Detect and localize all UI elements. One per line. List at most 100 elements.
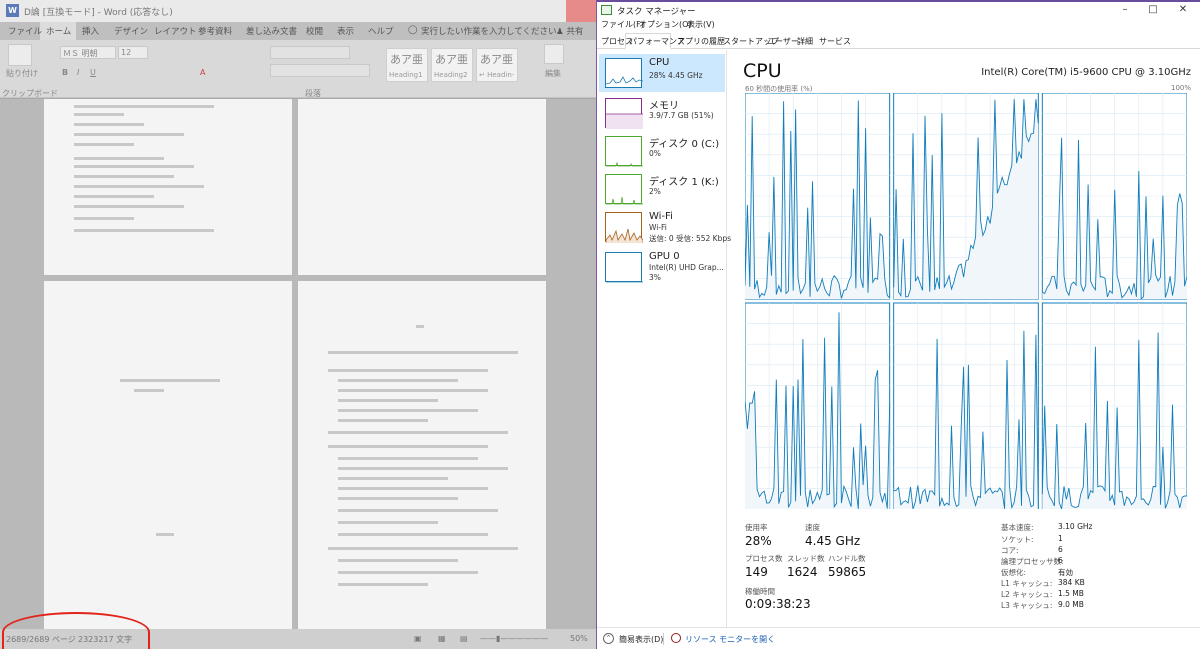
word-tab-home[interactable]: ホーム bbox=[46, 25, 71, 37]
sidebar-disk1-sub: 2% bbox=[649, 187, 661, 196]
zoom-slider[interactable]: ——▮—————— bbox=[480, 634, 548, 643]
style-heading2-name: Heading2 bbox=[434, 71, 468, 79]
open-resource-monitor-link[interactable]: リソース モニターを開く bbox=[685, 634, 775, 645]
disk1-thumbnail-graph bbox=[605, 174, 643, 205]
task-manager-window: タスク マネージャー – □ ✕ ファイル(F) オプション(O) 表示(V) … bbox=[596, 0, 1200, 649]
menu-options[interactable]: オプション(O) bbox=[639, 19, 692, 30]
spec-label: 論理プロセッサ数: bbox=[1001, 557, 1064, 566]
paragraph-tools-row1[interactable] bbox=[270, 46, 350, 59]
style-heading1[interactable]: あア亜 Heading1 bbox=[386, 48, 428, 82]
style-heading1-sample: あア亜 bbox=[390, 53, 423, 66]
sidebar-gpu-sub: Intel(R) UHD Grap... bbox=[649, 263, 724, 272]
paragraph-tools-row2[interactable] bbox=[270, 64, 370, 77]
spec-label: 基本速度: bbox=[1001, 523, 1034, 532]
sidebar-item-wifi[interactable]: Wi-Fi Wi-Fi 送信: 0 受信: 552 Kbps bbox=[599, 208, 731, 246]
font-size-select[interactable]: 12 bbox=[118, 46, 148, 59]
tm-window-title: タスク マネージャー bbox=[617, 7, 696, 17]
footer-divider bbox=[663, 633, 664, 645]
bold-button[interactable]: B bbox=[62, 68, 68, 77]
menu-view[interactable]: 表示(V) bbox=[687, 19, 715, 30]
italic-button[interactable]: I bbox=[77, 68, 79, 77]
word-tab-file[interactable]: ファイル bbox=[8, 25, 42, 37]
cpu-core-graph-grid bbox=[745, 93, 1187, 509]
style-heading2[interactable]: あア亜 Heading2 bbox=[431, 48, 473, 82]
zoom-level[interactable]: 50% bbox=[570, 634, 588, 643]
tab-details[interactable]: 詳細 bbox=[797, 36, 813, 47]
word-tab-help[interactable]: ヘルプ bbox=[368, 25, 394, 37]
style-heading-more[interactable]: あア亜 ↵ Headin- bbox=[476, 48, 518, 82]
spec-value: 有効 bbox=[1058, 568, 1073, 577]
fewer-details-link[interactable]: 簡易表示(D) bbox=[619, 634, 663, 645]
web-layout-icon[interactable]: ▤ bbox=[460, 634, 468, 643]
document-page bbox=[44, 281, 292, 629]
sidebar-item-memory[interactable]: メモリ 3.9/7.7 GB (51%) bbox=[599, 94, 725, 132]
cpu-core-graphs bbox=[745, 93, 1187, 509]
sidebar-item-cpu[interactable]: CPU 28% 4.45 GHz bbox=[599, 54, 725, 92]
word-tab-references[interactable]: 参考資料 bbox=[198, 25, 232, 37]
speed-value: 4.45 GHz bbox=[805, 534, 861, 548]
font-size-value: 12 bbox=[121, 48, 132, 57]
uptime-value: 0:09:38:23 bbox=[745, 597, 811, 611]
paste-icon[interactable] bbox=[8, 44, 32, 66]
cpu-thumbnail-graph bbox=[605, 58, 643, 88]
sidebar-item-gpu[interactable]: GPU 0 Intel(R) UHD Grap... 3% bbox=[599, 248, 725, 286]
word-tab-insert[interactable]: 挿入 bbox=[82, 25, 99, 37]
style-heading-more-sample: あア亜 bbox=[480, 53, 513, 66]
threads-label: スレッド数 bbox=[787, 554, 825, 563]
sidebar-wifi-name: Wi-Fi bbox=[649, 211, 673, 222]
tab-app-history[interactable]: アプリの履歴 bbox=[677, 36, 725, 47]
tab-services[interactable]: サービス bbox=[819, 36, 851, 47]
disk0-thumbnail-graph bbox=[605, 136, 643, 167]
spec-label: ソケット: bbox=[1001, 535, 1034, 544]
underline-button[interactable]: U bbox=[90, 68, 96, 77]
tab-users[interactable]: ユーザー bbox=[767, 36, 799, 47]
sidebar-gpu-usage: 3% bbox=[649, 273, 661, 282]
word-tab-design[interactable]: デザイン bbox=[114, 25, 148, 37]
cpu-model-name: Intel(R) Core(TM) i5-9600 CPU @ 3.10GHz bbox=[981, 67, 1191, 78]
handles-label: ハンドル数 bbox=[828, 554, 866, 563]
sidebar-memory-sub: 3.9/7.7 GB (51%) bbox=[649, 111, 714, 120]
close-button[interactable]: ✕ bbox=[1171, 3, 1195, 17]
print-layout-icon[interactable]: ▦ bbox=[438, 634, 446, 643]
read-mode-icon[interactable]: ▣ bbox=[414, 634, 422, 643]
word-tab-layout[interactable]: レイアウト bbox=[154, 25, 197, 37]
sidebar-wifi-sub: Wi-Fi bbox=[649, 223, 667, 232]
tm-menu-bar: ファイル(F) オプション(O) 表示(V) bbox=[597, 18, 1200, 32]
task-manager-icon bbox=[601, 5, 612, 15]
maximize-button[interactable]: □ bbox=[1141, 3, 1165, 17]
minimize-button[interactable]: – bbox=[1113, 3, 1137, 17]
word-window: W D論 [互換モード] - Word (応答なし) ファイル ホーム 挿入 デ… bbox=[0, 0, 596, 649]
word-document-area[interactable] bbox=[0, 99, 596, 629]
font-color-button[interactable]: A bbox=[200, 68, 205, 77]
word-tab-view[interactable]: 表示 bbox=[337, 25, 354, 37]
usage-value: 28% bbox=[745, 534, 772, 548]
font-name-select[interactable]: ＭＳ 明朝 bbox=[60, 46, 116, 59]
wifi-thumbnail-graph bbox=[605, 212, 643, 243]
sidebar-cpu-name: CPU bbox=[649, 57, 670, 68]
spec-label: L3 キャッシュ: bbox=[1001, 601, 1053, 610]
word-title-bar: W D論 [互換モード] - Word (応答なし) bbox=[0, 0, 596, 22]
sidebar-item-disk0[interactable]: ディスク 0 (C:) 0% bbox=[599, 132, 725, 170]
font-name-value: ＭＳ 明朝 bbox=[63, 49, 98, 58]
word-window-title: D論 [互換モード] - Word (応答なし) bbox=[24, 8, 173, 18]
spec-value: 1 bbox=[1058, 534, 1063, 543]
word-tell-me[interactable]: 実行したい作業を入力してください bbox=[421, 25, 557, 37]
sidebar-item-disk1[interactable]: ディスク 1 (K:) 2% bbox=[599, 170, 725, 208]
cpu-core-graph bbox=[745, 302, 891, 509]
spec-value: 384 KB bbox=[1058, 578, 1085, 587]
sidebar-memory-name: メモリ bbox=[649, 101, 679, 112]
word-tab-mailings[interactable]: 差し込み文書 bbox=[246, 25, 297, 37]
word-close-button[interactable] bbox=[566, 0, 596, 22]
chevron-up-icon[interactable]: ⌃ bbox=[603, 633, 614, 644]
menu-file[interactable]: ファイル(F) bbox=[601, 19, 644, 30]
handles-value: 59865 bbox=[828, 565, 867, 579]
cpu-heading: CPU bbox=[743, 60, 782, 82]
sidebar-wifi-throughput: 送信: 0 受信: 552 Kbps bbox=[649, 234, 732, 243]
cpu-performance-panel: CPU Intel(R) Core(TM) i5-9600 CPU @ 3.10… bbox=[727, 50, 1200, 627]
word-share-button[interactable]: ♟ 共有 bbox=[556, 25, 583, 37]
graph-max-label: 100% bbox=[1170, 84, 1191, 92]
word-tab-review[interactable]: 校閲 bbox=[306, 25, 323, 37]
search-icon[interactable] bbox=[544, 44, 564, 64]
sidebar-cpu-sub: 28% 4.45 GHz bbox=[649, 71, 703, 80]
sidebar-disk0-name: ディスク 0 (C:) bbox=[649, 139, 720, 150]
